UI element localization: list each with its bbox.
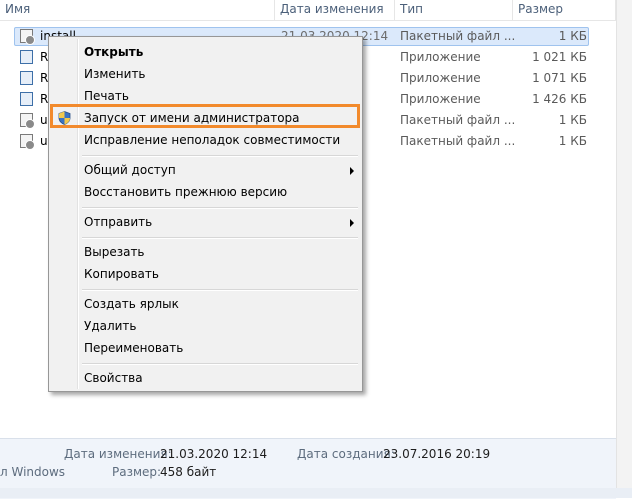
application-icon: [20, 71, 33, 85]
vertical-scrollbar[interactable]: [616, 0, 632, 498]
menu-item-cut[interactable]: Вырезать: [51, 241, 360, 263]
context-menu: Открыть Изменить Печать Запуск от имени …: [48, 36, 363, 392]
file-size: 1 КБ: [558, 134, 587, 148]
file-type: Приложение: [400, 71, 481, 85]
menu-separator: [82, 155, 358, 157]
details-modified-label: Дата изменения:: [64, 447, 172, 461]
menu-item-create-shortcut[interactable]: Создать ярлык: [51, 293, 360, 315]
menu-item-label: Общий доступ: [84, 163, 176, 177]
details-modified-value: 21.03.2020 12:14: [160, 447, 268, 461]
menu-item-label: Копировать: [84, 267, 159, 281]
column-header-size[interactable]: Размер: [513, 0, 616, 20]
details-created-label: Дата создания:: [297, 447, 395, 461]
column-header-date[interactable]: Дата изменения: [275, 0, 395, 20]
menu-item-label: Вырезать: [84, 245, 145, 259]
menu-item-label: Открыть: [84, 45, 144, 59]
file-type: Приложение: [400, 92, 481, 106]
menu-item-rename[interactable]: Переименовать: [51, 337, 360, 359]
file-type: Пакетный файл ...: [400, 113, 516, 127]
menu-item-properties[interactable]: Свойства: [51, 367, 360, 389]
menu-item-open[interactable]: Открыть: [51, 41, 360, 63]
menu-item-edit[interactable]: Изменить: [51, 63, 360, 85]
menu-separator: [82, 289, 358, 291]
column-header-bar: Имя Дата изменения Тип Размер: [0, 0, 632, 21]
file-name: u: [40, 134, 48, 148]
menu-item-troubleshoot-compatibility[interactable]: Исправление неполадок совместимости: [51, 129, 360, 151]
file-size: 1 426 КБ: [532, 92, 587, 106]
window-bottom-edge: [0, 488, 632, 498]
menu-item-send-to[interactable]: Отправить: [51, 211, 360, 233]
file-type: Приложение: [400, 50, 481, 64]
file-size: 1 КБ: [558, 29, 587, 43]
file-size: 1 071 КБ: [532, 71, 587, 85]
column-header-type[interactable]: Тип: [395, 0, 513, 20]
submenu-arrow-icon: [350, 219, 354, 227]
file-type: Пакетный файл ...: [400, 134, 516, 148]
batch-file-icon: [20, 29, 35, 45]
details-size-value: 458 байт: [160, 465, 217, 479]
file-type: Пакетный файл ...: [400, 29, 516, 43]
details-type-value: л Windows: [0, 465, 66, 479]
menu-item-label: Переименовать: [84, 341, 184, 355]
batch-file-icon: [20, 134, 35, 150]
submenu-arrow-icon: [350, 167, 354, 175]
menu-item-copy[interactable]: Копировать: [51, 263, 360, 285]
file-size: 1 021 КБ: [532, 50, 587, 64]
menu-item-share[interactable]: Общий доступ: [51, 159, 360, 181]
menu-item-label: Исправление неполадок совместимости: [84, 133, 341, 147]
menu-item-restore-previous-version[interactable]: Восстановить прежнюю версию: [51, 181, 360, 203]
menu-item-label: Отправить: [84, 215, 153, 229]
menu-separator: [82, 207, 358, 209]
column-header-name[interactable]: Имя: [0, 0, 275, 20]
application-icon: [20, 92, 33, 106]
highlight-annotation: [50, 104, 360, 128]
details-size-label: Размер:: [112, 465, 162, 479]
menu-item-label: Удалить: [84, 319, 137, 333]
menu-separator: [82, 237, 358, 239]
batch-file-icon: [20, 113, 35, 129]
file-size: 1 КБ: [558, 113, 587, 127]
menu-item-label: Изменить: [84, 67, 146, 81]
menu-separator: [82, 363, 358, 365]
details-created-value: 23.07.2016 20:19: [383, 447, 491, 461]
menu-item-label: Восстановить прежнюю версию: [84, 185, 288, 199]
menu-item-label: Свойства: [84, 371, 143, 385]
application-icon: [20, 50, 33, 64]
menu-item-delete[interactable]: Удалить: [51, 315, 360, 337]
menu-item-label: Создать ярлык: [84, 297, 179, 311]
file-name: u: [40, 113, 48, 127]
